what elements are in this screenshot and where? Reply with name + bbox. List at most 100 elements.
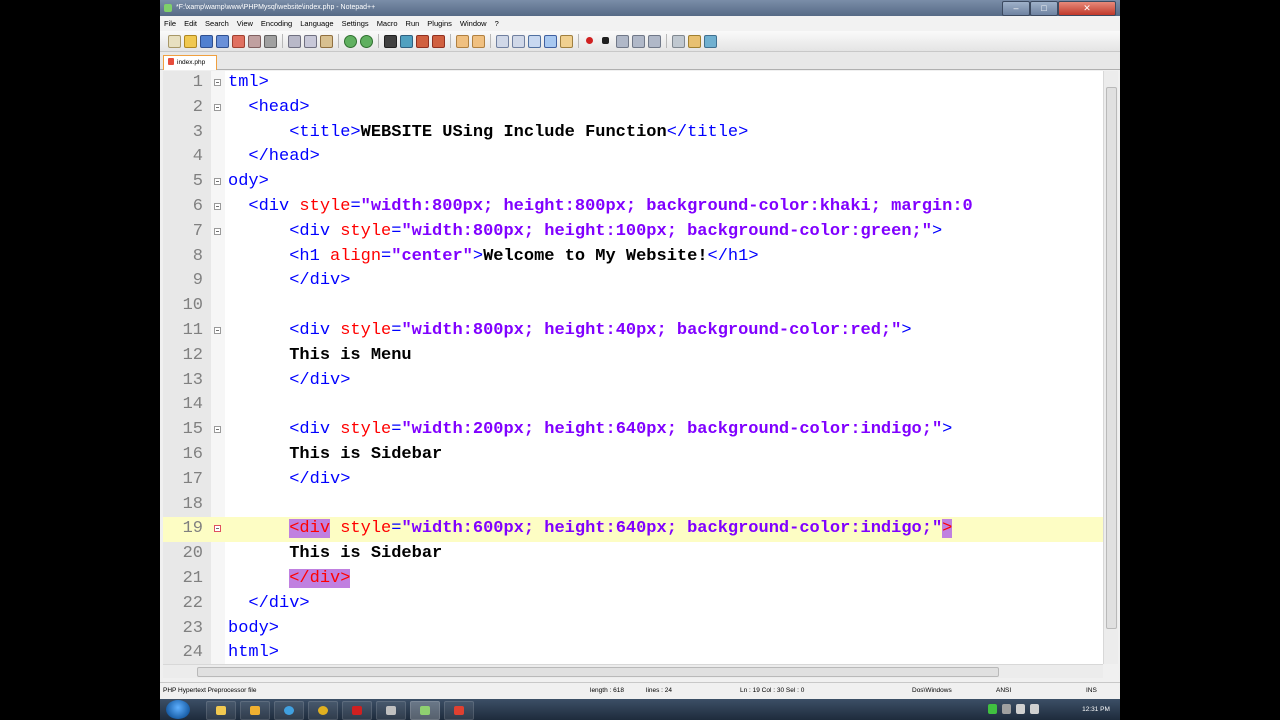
code-line[interactable]: 15 <div style="width:200px; height:640px… xyxy=(163,418,1103,443)
stop-macro-icon[interactable] xyxy=(602,37,609,44)
fold-toggle-icon[interactable] xyxy=(214,227,221,235)
save-all-icon[interactable] xyxy=(216,35,229,48)
word-wrap-icon[interactable] xyxy=(512,35,525,48)
paste-icon[interactable] xyxy=(320,35,333,48)
close-button[interactable]: ✕ xyxy=(1058,1,1116,16)
record-macro-icon[interactable] xyxy=(586,37,593,44)
fold-toggle-icon[interactable] xyxy=(214,178,221,186)
sync-icon[interactable] xyxy=(472,35,485,48)
close-icon[interactable] xyxy=(232,35,245,48)
menu-window[interactable]: Window xyxy=(456,16,491,31)
redo-icon[interactable] xyxy=(360,35,373,48)
word-wrap-icon[interactable] xyxy=(496,35,509,48)
taskbar-app[interactable] xyxy=(240,701,270,720)
zoom-out-icon[interactable] xyxy=(432,35,445,48)
new-file-icon[interactable] xyxy=(168,35,181,48)
undo-icon[interactable] xyxy=(344,35,357,48)
taskbar-app2[interactable] xyxy=(376,701,406,720)
code-line[interactable]: 4 </head> xyxy=(163,145,1103,170)
fold-toggle-icon[interactable] xyxy=(214,525,221,533)
menu-search[interactable]: Search xyxy=(201,16,233,31)
taskbar-explorer[interactable] xyxy=(206,701,236,720)
save-icon[interactable] xyxy=(200,35,213,48)
taskbar-chrome[interactable] xyxy=(308,701,338,720)
menu-view[interactable]: View xyxy=(233,16,257,31)
zoom-in-icon[interactable] xyxy=(416,35,429,48)
code-line[interactable]: 23 body> xyxy=(163,617,1103,642)
code-tag: </div> xyxy=(289,469,351,489)
code-line[interactable]: 9 </div> xyxy=(163,269,1103,294)
code-line[interactable]: 8 <h1 align="center">Welcome to My Websi… xyxy=(163,245,1103,270)
code-line[interactable]: 13 </div> xyxy=(163,369,1103,394)
code-line[interactable]: 14 xyxy=(163,393,1103,418)
fold-toggle-icon[interactable] xyxy=(214,203,221,210)
code-line[interactable]: 19 <div style="width:600px; height:640px… xyxy=(163,517,1103,543)
code-line[interactable]: 6 <div style="width:800px; height:800px;… xyxy=(163,195,1103,220)
copy-icon[interactable] xyxy=(304,35,317,48)
indent-guide-icon[interactable] xyxy=(544,35,557,48)
indent-guide-icon[interactable] xyxy=(560,35,573,48)
scroll-thumb[interactable] xyxy=(1106,87,1117,629)
replace-icon[interactable] xyxy=(400,35,413,48)
network-icon[interactable] xyxy=(1016,704,1025,714)
maximize-button[interactable]: □ xyxy=(1030,1,1058,16)
code-line[interactable]: 10 xyxy=(163,294,1103,319)
volume-icon[interactable] xyxy=(1030,704,1039,714)
taskbar-notepadpp[interactable] xyxy=(410,701,440,720)
menu-run[interactable]: Run xyxy=(402,16,424,31)
taskbar-ie[interactable] xyxy=(274,701,304,720)
play-macro-icon[interactable] xyxy=(616,35,629,48)
tab-index-php[interactable]: index.php xyxy=(163,55,217,70)
menu-file[interactable]: File xyxy=(160,16,180,31)
code-editor[interactable]: 1 tml> 2 <head> 3 <title>WEBSITE USing Incl… xyxy=(163,71,1103,664)
fold-toggle-icon[interactable] xyxy=(214,103,221,111)
settings-icon[interactable] xyxy=(704,35,717,48)
title-bar[interactable]: *F:\xamp\wamp\www\PHPMysql\website\index… xyxy=(160,0,1120,16)
menu-settings[interactable]: Settings xyxy=(338,16,373,31)
scroll-thumb[interactable] xyxy=(197,667,999,677)
sync-icon[interactable] xyxy=(456,35,469,48)
code-line[interactable]: 18 xyxy=(163,493,1103,518)
vertical-scrollbar[interactable] xyxy=(1103,71,1118,664)
open-file-icon[interactable] xyxy=(184,35,197,48)
code-line[interactable]: 20 This is Sidebar xyxy=(163,542,1103,567)
print-icon[interactable] xyxy=(248,35,261,48)
fold-toggle-icon[interactable] xyxy=(214,79,221,86)
code-line[interactable]: 16 This is Sidebar xyxy=(163,443,1103,468)
code-line[interactable]: 11 <div style="width:800px; height:40px;… xyxy=(163,319,1103,344)
code-line[interactable]: 7 <div style="width:800px; height:100px;… xyxy=(163,220,1103,245)
cut-icon[interactable] xyxy=(288,35,301,48)
settings-icon[interactable] xyxy=(672,35,685,48)
code-line[interactable]: 12 This is Menu xyxy=(163,344,1103,369)
word-wrap-icon[interactable] xyxy=(528,35,541,48)
settings-icon[interactable] xyxy=(688,35,701,48)
play-macro-icon[interactable] xyxy=(632,35,645,48)
fold-toggle-icon[interactable] xyxy=(214,426,221,434)
code-line[interactable]: 2 <head> xyxy=(163,96,1103,121)
menu-help[interactable]: ? xyxy=(491,16,503,31)
code-line[interactable]: 24 html> xyxy=(163,641,1103,664)
menu-edit[interactable]: Edit xyxy=(180,16,201,31)
taskbar-app3[interactable] xyxy=(444,701,474,720)
menu-plugins[interactable]: Plugins xyxy=(423,16,456,31)
minimize-button[interactable]: – xyxy=(1002,1,1030,16)
code-line[interactable]: 22 </div> xyxy=(163,592,1103,617)
code-line[interactable]: 5 ody> xyxy=(163,170,1103,195)
toolbar-separator xyxy=(666,34,667,48)
horizontal-scrollbar[interactable] xyxy=(163,664,1103,678)
play-macro-icon[interactable] xyxy=(648,35,661,48)
code-line[interactable]: 17 </div> xyxy=(163,468,1103,493)
code-line[interactable]: 21 </div> xyxy=(163,567,1103,592)
print-icon[interactable] xyxy=(264,35,277,48)
start-icon[interactable] xyxy=(166,700,190,719)
menu-language[interactable]: Language xyxy=(296,16,337,31)
code-line[interactable]: 3 <title>WEBSITE USing Include Function<… xyxy=(163,121,1103,146)
menu-macro[interactable]: Macro xyxy=(373,16,402,31)
taskbar-filezilla[interactable] xyxy=(342,701,372,720)
menu-encoding[interactable]: Encoding xyxy=(257,16,296,31)
code-line[interactable]: 1 tml> xyxy=(163,71,1103,96)
tray-icon[interactable] xyxy=(1002,704,1011,714)
tray-icon[interactable] xyxy=(988,704,997,714)
fold-toggle-icon[interactable] xyxy=(214,327,221,334)
find-icon[interactable] xyxy=(384,35,397,48)
